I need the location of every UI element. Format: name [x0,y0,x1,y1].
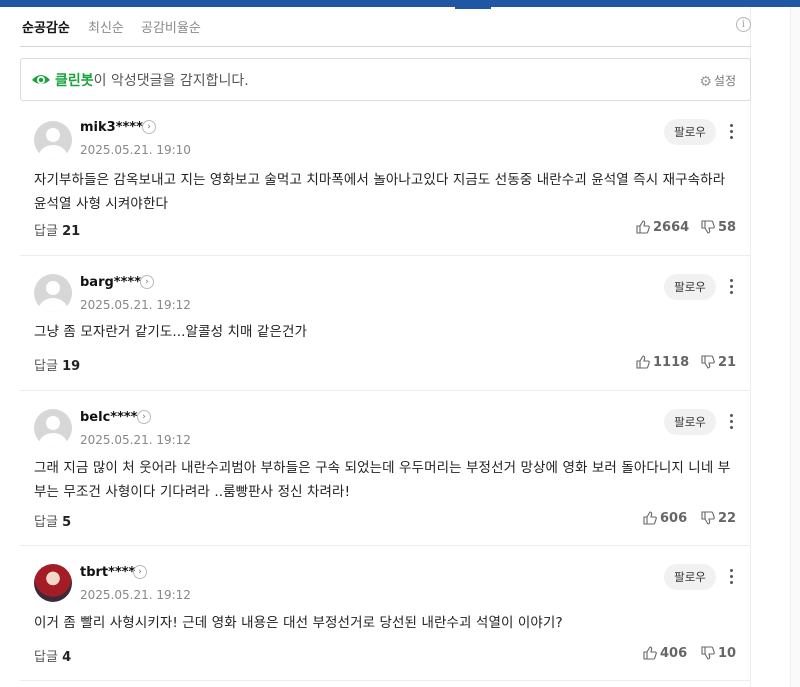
like-count: 1118 [653,355,690,370]
cleanbot-message: 클린봇이 악성댓글을 감지합니다. [55,70,249,90]
like-button[interactable]: 406 [643,646,687,661]
like-button[interactable]: 1118 [636,355,689,370]
settings-label: 설정 [713,74,736,88]
like-button[interactable]: 606 [643,511,687,526]
comment-username[interactable]: belc**** [80,410,137,425]
info-icon[interactable]: i [736,17,751,32]
thumbs-up-icon [643,511,657,525]
comment-item: barg**** › 2025.05.21. 19:12 팔로우 그냥 좀 모자… [20,256,751,391]
reply-button[interactable]: 답글 19 [34,355,80,374]
sort-tab-ratio[interactable]: 공감비율순 [141,17,201,36]
thumbs-down-icon [701,646,715,660]
comment-text: 이거 좀 빨리 사형시키자! 근데 영화 내용은 대선 부정선거로 당선된 내란… [34,615,563,631]
thumbs-up-icon [636,220,650,234]
dislike-count: 10 [718,646,737,661]
reply-count: 4 [62,650,72,665]
avatar[interactable] [34,121,72,159]
reply-count: 19 [62,359,81,374]
comment-timestamp: 2025.05.21. 19:10 [80,143,191,157]
more-vertical-icon[interactable] [724,411,738,433]
dislike-count: 21 [718,355,737,370]
more-vertical-icon[interactable] [724,276,738,298]
comment-item: tbrt**** › 2025.05.21. 19:12 팔로우 이거 좀 빨리… [20,546,751,681]
reply-count: 5 [62,515,72,530]
avatar[interactable] [34,274,72,312]
avatar[interactable] [34,564,72,602]
like-button[interactable]: 2664 [636,220,689,235]
comment-text: 그냥 좀 모자란거 같기도...알콜성 치매 같은건가 [34,324,308,340]
reply-button[interactable]: 답글 5 [34,511,71,530]
comment-item: mik3**** › 2025.05.21. 19:10 팔로우 자기부하들은 … [20,113,751,256]
comment-text: 자기부하들은 감옥보내고 지는 영화보고 술먹고 치마폭에서 놀아나고있다 지금… [34,172,726,212]
follow-button[interactable]: 팔로우 [664,119,716,145]
gear-icon: ⚙ [699,74,712,90]
like-count: 2664 [653,220,690,235]
like-count: 406 [660,646,688,661]
reply-button[interactable]: 답글 4 [34,646,71,665]
more-vertical-icon[interactable] [724,121,738,143]
dislike-button[interactable]: 22 [701,511,736,526]
chevron-right-icon[interactable]: › [140,275,154,289]
thumbs-up-icon [636,355,650,369]
cleanbot-eye-icon [32,75,50,84]
thumbs-down-icon [701,220,715,234]
dislike-count: 58 [718,220,737,235]
reply-label: 답글 [34,224,58,239]
comment-text: 그래 지금 많이 처 웃어라 내란수괴범아 부하들은 구속 되었는데 우두머리는… [34,460,731,500]
comment-username[interactable]: tbrt**** [80,565,135,580]
follow-button[interactable]: 팔로우 [664,564,716,590]
chevron-right-icon[interactable]: › [133,565,147,579]
avatar[interactable] [34,409,72,447]
comment-timestamp: 2025.05.21. 19:12 [80,433,191,447]
thumbs-up-icon [643,646,657,660]
dislike-count: 22 [718,511,737,526]
reply-label: 답글 [34,359,58,374]
dislike-button[interactable]: 58 [701,220,736,235]
reply-button[interactable]: 답글 21 [34,220,80,239]
like-count: 606 [660,511,688,526]
thumbs-down-icon [701,511,715,525]
thumbs-down-icon [701,355,715,369]
cleanbot-brand: 클린봇 [55,73,94,89]
cleanbot-settings-button[interactable]: ⚙ 설정 [699,72,736,90]
more-vertical-icon[interactable] [724,566,738,588]
reply-label: 답글 [34,650,58,665]
comment-username[interactable]: barg**** [80,275,141,290]
dislike-button[interactable]: 21 [701,355,736,370]
reply-label: 답글 [34,515,58,530]
comment-timestamp: 2025.05.21. 19:12 [80,298,191,312]
reply-count: 21 [62,224,81,239]
sort-tab-latest[interactable]: 최신순 [88,17,124,36]
chevron-right-icon[interactable]: › [142,120,156,134]
follow-button[interactable]: 팔로우 [664,274,716,300]
sort-bar: 순공감순 최신순 공감비율순 i [20,7,751,47]
sort-tab-best[interactable]: 순공감순 [22,17,70,36]
cleanbot-banner: 클린봇이 악성댓글을 감지합니다. ⚙ 설정 [20,58,751,101]
follow-button[interactable]: 팔로우 [664,409,716,435]
comment-timestamp: 2025.05.21. 19:12 [80,588,191,602]
comment-item: belc**** › 2025.05.21. 19:12 팔로우 그래 지금 많… [20,391,751,546]
cleanbot-message-text: 이 악성댓글을 감지합니다. [93,73,249,89]
scrollbar-track[interactable] [790,7,800,687]
comment-username[interactable]: mik3**** [80,120,143,135]
dislike-button[interactable]: 10 [701,646,736,661]
chevron-right-icon[interactable]: › [137,410,151,424]
top-accent-bar [0,0,800,7]
